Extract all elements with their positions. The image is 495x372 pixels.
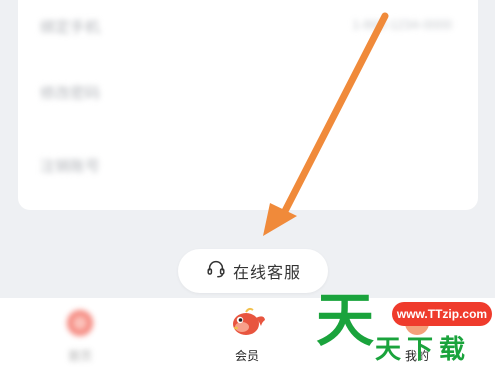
watermark-badge: www.TTzip.com xyxy=(392,302,492,326)
settings-row-label: 修改密码 xyxy=(40,85,101,102)
settings-row-value: 1-860-1234-0000 xyxy=(352,17,452,32)
watermark-logo: 天 xyxy=(316,288,375,353)
settings-row-password[interactable]: 修改密码 xyxy=(18,58,478,120)
settings-row-deactivate[interactable]: 注销账号 xyxy=(18,131,478,193)
settings-row-phone[interactable]: 绑定手机 1-860-1234-0000 xyxy=(18,0,478,54)
watermark-text: 天下载 xyxy=(375,334,472,364)
tab-home-label: 首页 xyxy=(67,349,92,363)
headset-icon xyxy=(205,258,227,285)
online-service-button[interactable]: 在线客服 xyxy=(178,249,328,293)
home-icon xyxy=(45,306,115,345)
online-service-label: 在线客服 xyxy=(232,265,301,282)
tab-member-label: 会员 xyxy=(234,349,259,363)
tab-member[interactable]: 会员 xyxy=(212,306,282,368)
settings-row-label: 绑定手机 xyxy=(40,19,101,36)
koi-fish-icon xyxy=(212,306,282,345)
tab-home[interactable]: 首页 xyxy=(45,306,115,368)
settings-card: 绑定手机 1-860-1234-0000 修改密码 注销账号 xyxy=(18,0,478,210)
settings-row-label: 注销账号 xyxy=(40,158,101,175)
